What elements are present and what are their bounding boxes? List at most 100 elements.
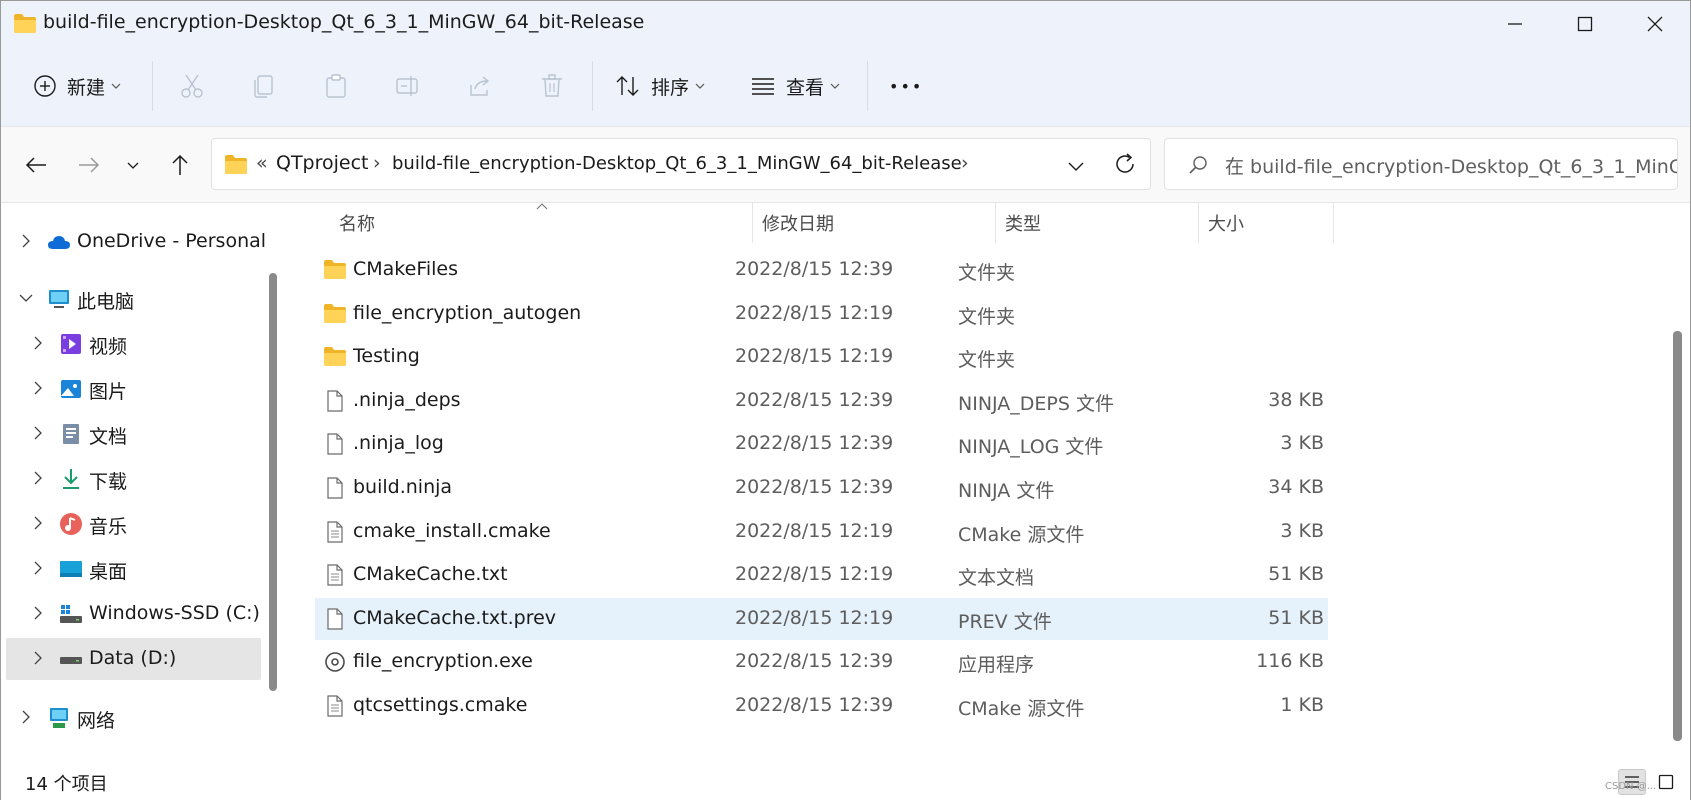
address-bar[interactable]: « QTproject › build-file_encryption-Desk… <box>211 138 1151 190</box>
scissors-icon <box>181 74 203 98</box>
file-list-scrollbar[interactable] <box>1673 331 1682 741</box>
share-button[interactable] <box>467 63 493 109</box>
sidebar-item-pictures[interactable]: 图片 <box>6 368 261 410</box>
sidebar-item-drive-c[interactable]: Windows-SSD (C:) <box>6 593 261 635</box>
breadcrumb-current-folder[interactable]: build-file_encryption-Desktop_Qt_6_3_1_M… <box>392 153 962 174</box>
status-bar: 14 个项目 <box>1 761 1690 800</box>
folder-icon <box>323 258 347 282</box>
paste-button[interactable] <box>323 63 349 109</box>
file-name[interactable]: CMakeCache.txt <box>353 563 508 585</box>
file-row[interactable]: CMakeFiles 2022/8/15 12:39 文件夹 <box>315 249 1328 291</box>
breadcrumb-separator[interactable]: › <box>961 152 969 174</box>
file-name[interactable]: CMakeCache.txt.prev <box>353 607 556 629</box>
file-name[interactable]: CMakeFiles <box>353 258 458 280</box>
column-header-size[interactable]: 大小 <box>1208 203 1244 243</box>
cut-button[interactable] <box>179 63 205 109</box>
delete-button[interactable] <box>539 63 565 109</box>
file-row[interactable]: file_encryption.exe 2022/8/15 12:39 应用程序 11… <box>315 641 1328 683</box>
file-icon <box>323 389 347 413</box>
sidebar-item-label: OneDrive - Personal <box>77 230 267 252</box>
trash-icon <box>542 74 562 97</box>
column-header-type[interactable]: 类型 <box>1005 203 1041 243</box>
file-size: 34 KB <box>1268 476 1324 498</box>
file-row[interactable]: file_encryption_autogen 2022/8/15 12:19 文件… <box>315 293 1328 335</box>
sidebar-item-documents[interactable]: 文档 <box>6 413 261 455</box>
file-row[interactable]: .ninja_log 2022/8/15 12:39 NINJA_LOG 文件 3 K… <box>315 423 1328 465</box>
file-row[interactable]: cmake_install.cmake 2022/8/15 12:19 CMake … <box>315 511 1328 553</box>
breadcrumb-overflow[interactable]: « <box>256 152 268 174</box>
file-name[interactable]: Testing <box>353 345 420 367</box>
file-size: 1 KB <box>1280 694 1324 716</box>
file-modified-date: 2022/8/15 12:39 <box>735 476 894 498</box>
maximize-button[interactable] <box>1550 1 1620 47</box>
column-divider[interactable] <box>1333 203 1334 243</box>
column-divider[interactable] <box>1198 203 1199 243</box>
file-modified-date: 2022/8/15 12:39 <box>735 650 894 673</box>
sidebar-item-this-pc[interactable]: 此电脑 <box>6 278 261 320</box>
toolbar-divider <box>152 61 153 111</box>
chevron-right-icon <box>34 516 42 530</box>
column-header-date[interactable]: 修改日期 <box>762 203 834 243</box>
download-icon <box>63 469 79 489</box>
column-divider[interactable] <box>995 203 996 243</box>
plus-circle-icon <box>34 75 56 97</box>
folder-icon <box>225 155 247 174</box>
file-name[interactable]: .ninja_deps <box>353 389 461 411</box>
file-name[interactable]: .ninja_log <box>353 432 444 454</box>
breadcrumb-separator[interactable]: › <box>373 152 381 174</box>
refresh-button[interactable] <box>1113 152 1137 181</box>
forward-button[interactable] <box>71 147 107 183</box>
sidebar-item-network[interactable]: 网络 <box>6 697 261 739</box>
sidebar-item-videos[interactable]: 视频 <box>6 323 261 365</box>
file-name[interactable]: qtcsettings.cmake <box>353 694 527 716</box>
search-box[interactable]: 在 build-file_encryption-Desktop_Qt_6_3_1… <box>1164 138 1678 190</box>
command-bar: 新建 排序 查看 ••• <box>1 47 1690 127</box>
file-row[interactable]: build.ninja 2022/8/15 12:39 NINJA 文件 34 KB <box>315 467 1328 509</box>
chevron-right-icon <box>34 426 42 440</box>
chevron-right-icon <box>34 651 42 665</box>
file-name[interactable]: build.ninja <box>353 476 452 498</box>
breadcrumb-qtproject[interactable]: QTproject <box>276 152 369 174</box>
rename-icon <box>396 76 418 96</box>
recent-locations-button[interactable] <box>115 147 151 183</box>
view-button[interactable]: 查看 <box>750 63 840 109</box>
sidebar-item-music[interactable]: 音乐 <box>6 503 261 545</box>
file-name[interactable]: file_encryption.exe <box>353 650 533 672</box>
file-row[interactable]: Testing 2022/8/15 12:19 文件夹 <box>315 336 1328 378</box>
sidebar-item-downloads[interactable]: 下载 <box>6 458 261 500</box>
file-size: 116 KB <box>1256 650 1324 673</box>
file-row[interactable]: CMakeCache.txt 2022/8/15 12:19 文本文档 51 KB <box>315 554 1328 596</box>
rename-button[interactable] <box>395 63 421 109</box>
share-icon <box>470 76 490 96</box>
file-row[interactable]: .ninja_deps 2022/8/15 12:39 NINJA_DEPS 文件 3… <box>315 380 1328 422</box>
back-button[interactable] <box>18 147 54 183</box>
sidebar-item-drive-d[interactable]: Data (D:) <box>6 638 261 680</box>
file-modified-date: 2022/8/15 12:39 <box>735 388 894 411</box>
close-button[interactable] <box>1620 1 1690 47</box>
desktop-icon <box>60 561 82 577</box>
file-icon <box>323 476 347 500</box>
file-name[interactable]: file_encryption_autogen <box>353 302 581 324</box>
sidebar-item-desktop[interactable]: 桌面 <box>6 548 261 590</box>
sidebar-item-onedrive[interactable]: OneDrive - Personal <box>6 221 266 263</box>
sort-button[interactable]: 排序 <box>615 63 705 109</box>
minimize-button[interactable] <box>1480 1 1550 47</box>
address-dropdown-button[interactable] <box>1067 155 1085 177</box>
copy-button[interactable] <box>251 63 277 109</box>
file-modified-date: 2022/8/15 12:19 <box>735 606 894 629</box>
new-button[interactable]: 新建 <box>33 63 121 109</box>
sidebar-item-label: 网络 <box>77 710 116 732</box>
file-row[interactable]: CMakeCache.txt.prev 2022/8/15 12:19 PREV 文… <box>315 597 1328 640</box>
file-size: 51 KB <box>1268 606 1324 629</box>
text-file-icon <box>323 563 347 587</box>
file-row[interactable]: qtcsettings.cmake 2022/8/15 12:39 CMake 源文… <box>315 685 1328 727</box>
more-options-button[interactable]: ••• <box>889 63 923 109</box>
up-button[interactable] <box>162 147 198 183</box>
arrow-up-icon <box>172 154 188 175</box>
column-divider[interactable] <box>752 203 753 243</box>
navigation-scrollbar[interactable] <box>269 273 277 691</box>
chevron-right-icon <box>22 234 30 248</box>
file-name[interactable]: cmake_install.cmake <box>353 520 551 542</box>
search-placeholder: 在 build-file_encryption-Desktop_Qt_6_3_1… <box>1225 156 1678 178</box>
column-header-name[interactable]: 名称 <box>339 203 375 243</box>
